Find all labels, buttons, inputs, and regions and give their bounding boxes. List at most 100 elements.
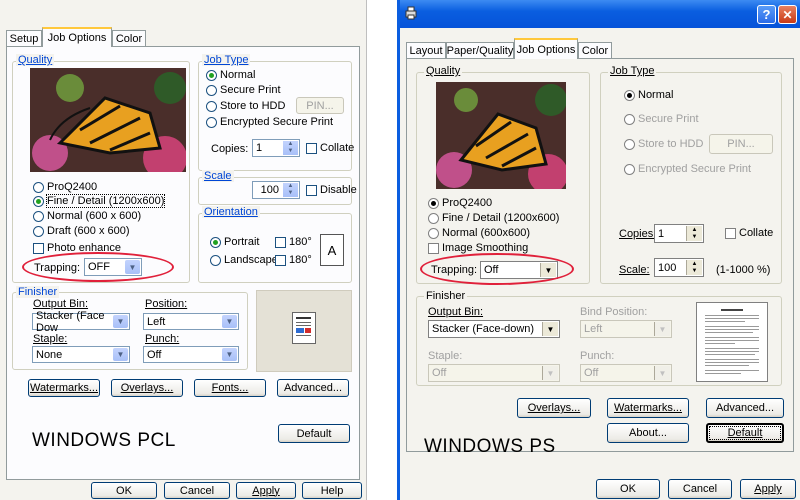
radio-fine-detail[interactable] [428,213,439,224]
job-type-group [600,72,782,284]
bind-position-select[interactable]: Left ▼ [580,320,672,338]
label-output-bin: Output Bin: [33,298,89,310]
caption-windows-pcl: WINDOWS PCL [32,430,176,451]
spin-arrows-icon: ▲ ▼ [686,260,702,275]
label-draft-600: Draft (600 x 600) [47,225,130,237]
spin-arrows-icon: ▲ ▼ [283,141,298,155]
label-scale-range: (1-1000 %) [716,264,771,276]
scale-spinner[interactable]: 100 ▲ ▼ [252,181,300,199]
tab-color[interactable]: Color [578,42,612,58]
staple-select[interactable]: Off ▼ [428,364,560,382]
radio-portrait[interactable] [210,237,221,248]
checkbox-scale-disable[interactable] [306,185,317,196]
chevron-down-icon: ▼ [113,348,128,361]
radio-landscape[interactable] [210,255,221,266]
job-type-group-label: Job Type [202,54,251,66]
label-output-bin: Output Bin: [428,306,484,318]
label-job-normal: Normal [220,69,256,81]
watermarks-button[interactable]: Watermarks... [607,398,689,418]
page-preview-icon [292,312,316,344]
radio-normal-600[interactable] [428,228,439,239]
cancel-button[interactable]: Cancel [164,482,230,499]
checkbox-image-smoothing[interactable] [428,243,439,254]
tab-job-options[interactable]: Job Options [514,38,578,59]
radio-secure-print[interactable] [624,114,635,125]
radio-proq2400[interactable] [428,198,439,209]
checkbox-photo-enhance[interactable] [33,243,44,254]
help-button[interactable]: Help [302,482,362,499]
punch-select[interactable]: Off ▼ [143,346,239,363]
chevron-down-icon: ▼ [542,366,558,380]
radio-job-normal[interactable] [624,90,635,101]
punch-select[interactable]: Off ▼ [580,364,672,382]
quality-group-label: Quality [424,65,463,77]
label-fine-detail: Fine / Detail (1200x600) [442,212,560,224]
label-180-landscape: 180° [289,254,312,266]
radio-encrypted-secure[interactable] [206,117,217,128]
ok-button[interactable]: OK [91,482,157,499]
label-punch: Punch: [145,333,180,345]
tab-paper-quality[interactable]: Paper/Quality [446,42,514,58]
radio-secure-print[interactable] [206,85,217,96]
checkbox-collate[interactable] [725,228,736,239]
radio-proq2400[interactable] [33,182,44,193]
ok-button[interactable]: OK [596,479,660,499]
label-copies: Copies: [619,228,657,240]
checkbox-rotate-180-portrait[interactable] [275,237,286,248]
radio-store-hdd[interactable] [624,139,635,150]
label-staple: Staple: [428,350,463,362]
pin-button[interactable]: PIN... [709,134,773,154]
apply-button[interactable]: Apply [236,482,296,499]
overlays-button[interactable]: Overlays... [517,398,591,418]
radio-store-hdd[interactable] [206,101,217,112]
label-normal-600: Normal (600 x 600) [47,210,142,222]
tab-setup[interactable]: Setup [6,30,42,46]
scale-spinner[interactable]: 100 ▲ ▼ [654,258,704,277]
page-preview-icon [696,302,768,382]
overlays-button[interactable]: Overlays... [111,379,183,397]
apply-button[interactable]: Apply [740,479,796,499]
output-bin-select[interactable]: Stacker (Face-down) ▼ [428,320,560,338]
pin-button[interactable]: PIN... [296,97,344,114]
label-store-hdd: Store to HDD [220,100,286,112]
fonts-button[interactable]: Fonts... [194,379,266,397]
checkbox-collate[interactable] [306,143,317,154]
radio-draft-600[interactable] [33,226,44,237]
ps-dialog: ? ✕ Layout Paper/Quality Job Options Col… [397,0,800,500]
staple-select[interactable]: None ▼ [32,346,130,363]
close-icon[interactable]: ✕ [778,5,797,24]
label-proq2400: ProQ2400 [47,181,98,193]
chevron-down-icon: ▼ [654,366,670,380]
radio-normal-600[interactable] [33,211,44,222]
label-bind-position: Bind Position: [580,306,648,318]
advanced-button[interactable]: Advanced... [706,398,784,418]
checkbox-rotate-180-landscape[interactable] [275,255,286,266]
tab-color[interactable]: Color [112,30,146,46]
copies-spinner[interactable]: 1 ▲ ▼ [252,139,300,157]
about-button[interactable]: About... [607,423,689,443]
label-180-portrait: 180° [289,236,312,248]
label-encrypted-secure: Encrypted Secure Print [220,116,334,128]
quality-group-label: Quality [16,54,55,66]
tab-job-options[interactable]: Job Options [42,27,112,47]
label-scale: Scale: [619,264,650,276]
radio-fine-detail[interactable] [33,196,44,207]
label-fine-detail: Fine / Detail (1200x600) [45,194,166,208]
output-bin-select[interactable]: Stacker (Face Dow ▼ [32,310,130,334]
label-landscape: Landscape [224,254,278,266]
trapping-highlight-oval [420,253,574,285]
radio-encrypted-secure[interactable] [624,164,635,175]
cancel-button[interactable]: Cancel [668,479,732,499]
title-help-button[interactable]: ? [757,5,776,24]
watermarks-button[interactable]: Watermarks... [28,379,100,397]
position-select[interactable]: Left ▼ [143,313,239,330]
scale-group-label: Scale [202,170,234,182]
radio-job-normal[interactable] [206,70,217,81]
label-scale-disable: Disable [320,184,357,196]
tab-layout[interactable]: Layout [406,42,446,58]
advanced-button[interactable]: Advanced... [277,379,349,397]
copies-spinner[interactable]: 1 ▲ ▼ [654,224,704,243]
default-button[interactable]: Default [278,424,350,443]
butterfly-preview-image [30,68,186,172]
default-button[interactable]: Default [706,423,784,443]
